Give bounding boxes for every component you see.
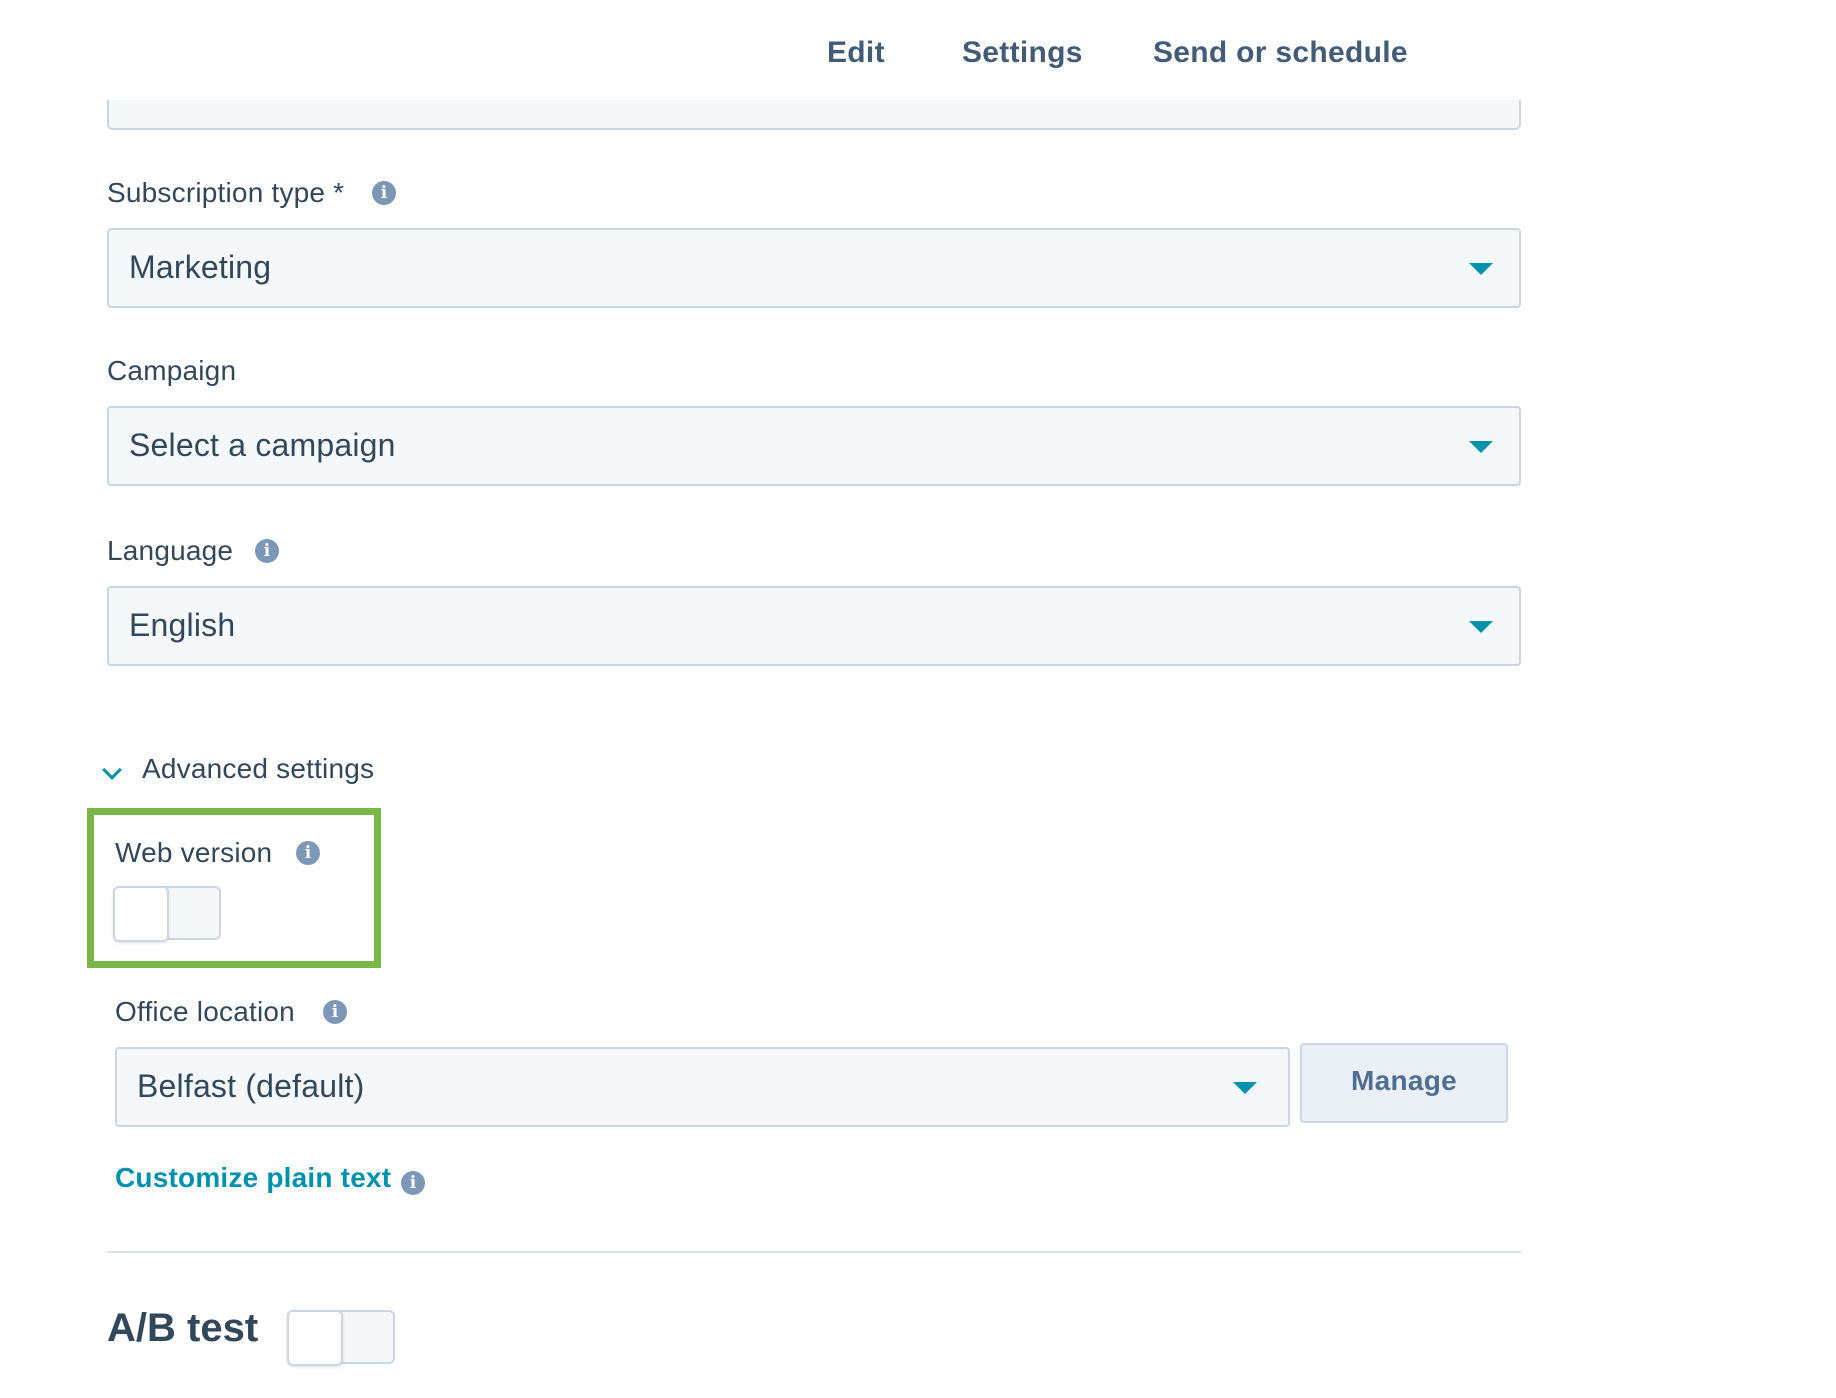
web-version-label: Web version [115, 837, 273, 868]
office-location-select[interactable]: Belfast (default) [115, 1047, 1290, 1127]
caret-down-icon [1233, 1082, 1257, 1094]
office-location-label: Office location [115, 996, 295, 1027]
tab-settings[interactable]: Settings [962, 36, 1083, 76]
info-icon[interactable]: i [372, 181, 396, 205]
language-value: English [129, 607, 236, 643]
info-icon[interactable]: i [401, 1171, 425, 1195]
language-select[interactable]: English [107, 586, 1521, 666]
tab-edit[interactable]: Edit [827, 36, 885, 76]
divider [107, 1251, 1521, 1253]
caret-down-icon [1469, 621, 1493, 633]
info-icon[interactable]: i [296, 841, 320, 865]
info-icon[interactable]: i [255, 539, 279, 563]
campaign-value: Select a campaign [129, 427, 396, 463]
subscription-type-label: Subscription type * [107, 177, 345, 208]
campaign-label: Campaign [107, 355, 237, 386]
manage-button-label: Manage [1350, 1065, 1458, 1096]
ab-test-label: A/B test [107, 1306, 259, 1350]
subscription-type-value: Marketing [129, 249, 272, 285]
ab-test-toggle[interactable] [287, 1310, 395, 1366]
chevron-down-icon[interactable] [102, 760, 122, 780]
customize-plain-text-link[interactable]: Customize plain text [115, 1162, 391, 1194]
advanced-settings-label[interactable]: Advanced settings [142, 753, 374, 785]
web-version-toggle[interactable] [113, 886, 221, 942]
toggle-knob [113, 886, 169, 942]
tab-send-or-schedule[interactable]: Send or schedule [1153, 36, 1408, 76]
office-location-value: Belfast (default) [137, 1068, 365, 1104]
language-label: Language [107, 535, 234, 566]
previous-field-edge [107, 100, 1521, 130]
toggle-knob [287, 1310, 343, 1366]
campaign-select[interactable]: Select a campaign [107, 406, 1521, 486]
info-icon[interactable]: i [323, 1000, 347, 1024]
subscription-type-select[interactable]: Marketing [107, 228, 1521, 308]
caret-down-icon [1469, 441, 1493, 453]
caret-down-icon [1469, 263, 1493, 275]
manage-button[interactable]: Manage [1300, 1043, 1508, 1123]
